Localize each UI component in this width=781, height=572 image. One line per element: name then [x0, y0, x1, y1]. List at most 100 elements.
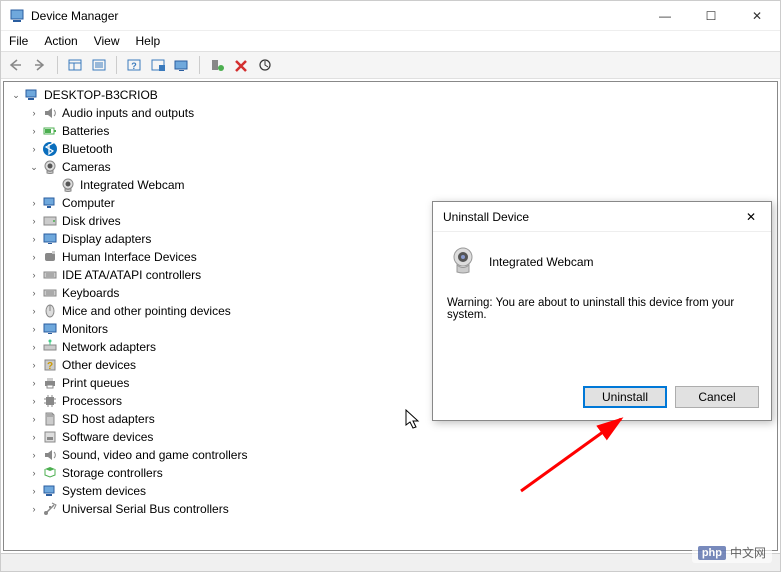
expand-icon[interactable]: › — [28, 107, 40, 119]
tree-label: Processors — [62, 394, 122, 408]
minimize-button[interactable]: — — [642, 1, 688, 31]
tree-label: Network adapters — [62, 340, 156, 354]
monitor-icon — [42, 321, 58, 337]
menu-file[interactable]: File — [9, 34, 28, 48]
back-button[interactable] — [5, 54, 27, 76]
usb-icon — [42, 501, 58, 517]
computer-icon — [42, 195, 58, 211]
forward-button[interactable] — [29, 54, 51, 76]
tree-label: DESKTOP-B3CRIOB — [44, 88, 158, 102]
statusbar — [1, 553, 780, 571]
battery-icon — [42, 123, 58, 139]
tree-label: Keyboards — [62, 286, 119, 300]
tree-label: Bluetooth — [62, 142, 113, 156]
expand-icon[interactable]: › — [28, 485, 40, 497]
tree-label: Sound, video and game controllers — [62, 448, 247, 462]
tree-root[interactable]: ⌄ DESKTOP-B3CRIOB — [4, 86, 777, 104]
tree-node-usb[interactable]: › Universal Serial Bus controllers — [4, 500, 777, 518]
expand-icon[interactable]: › — [28, 269, 40, 281]
expand-icon[interactable]: › — [28, 467, 40, 479]
expand-icon[interactable]: › — [28, 341, 40, 353]
menu-action[interactable]: Action — [44, 34, 77, 48]
app-icon — [9, 8, 25, 24]
bluetooth-icon — [42, 141, 58, 157]
maximize-button[interactable]: ☐ — [688, 1, 734, 31]
tree-label: Computer — [62, 196, 115, 210]
camera-icon — [60, 177, 76, 193]
enable-button[interactable] — [206, 54, 228, 76]
tree-node-bluetooth[interactable]: › Bluetooth — [4, 140, 777, 158]
action-button[interactable] — [147, 54, 169, 76]
tree-node-camera[interactable]: ⌄Cameras — [4, 158, 777, 176]
tree-node-sound[interactable]: › Sound, video and game controllers — [4, 446, 777, 464]
tree-leaf-camera[interactable]: Integrated Webcam — [4, 176, 777, 194]
dialog-cancel-button[interactable]: Cancel — [675, 386, 759, 408]
pc-icon — [24, 87, 40, 103]
tree-label: Universal Serial Bus controllers — [62, 502, 229, 516]
network-icon — [42, 339, 58, 355]
expand-icon[interactable]: › — [28, 233, 40, 245]
properties-button[interactable] — [88, 54, 110, 76]
uninstall-button[interactable] — [230, 54, 252, 76]
expand-icon[interactable]: › — [28, 359, 40, 371]
expand-icon[interactable]: › — [28, 503, 40, 515]
tree-label: Other devices — [62, 358, 136, 372]
system-icon — [42, 483, 58, 499]
close-button[interactable]: ✕ — [734, 1, 780, 31]
hid-icon — [42, 249, 58, 265]
keyboard-icon — [42, 285, 58, 301]
expand-icon[interactable]: › — [28, 143, 40, 155]
dialog-title: Uninstall Device — [443, 210, 731, 224]
dialog-warning-text: Warning: You are about to uninstall this… — [447, 297, 757, 321]
tree-node-software[interactable]: › Software devices — [4, 428, 777, 446]
svg-text:?: ? — [47, 361, 53, 372]
expand-icon[interactable]: › — [28, 413, 40, 425]
menu-view[interactable]: View — [94, 34, 120, 48]
expand-icon[interactable]: › — [28, 431, 40, 443]
dialog-titlebar: Uninstall Device ✕ — [433, 202, 771, 232]
show-hidden-button[interactable] — [64, 54, 86, 76]
scan-button[interactable] — [171, 54, 193, 76]
dialog-uninstall-button[interactable]: Uninstall — [583, 386, 667, 408]
tree-node-system[interactable]: › System devices — [4, 482, 777, 500]
expand-icon[interactable]: › — [28, 125, 40, 137]
tree-label: IDE ATA/ATAPI controllers — [62, 268, 201, 282]
titlebar: Device Manager — ☐ ✕ — [1, 1, 780, 31]
expand-icon[interactable]: › — [28, 197, 40, 209]
window-controls: — ☐ ✕ — [642, 1, 780, 31]
tree-label: Batteries — [62, 124, 109, 138]
expand-icon[interactable]: › — [28, 215, 40, 227]
expand-icon[interactable]: › — [28, 395, 40, 407]
watermark: php 中文网 — [692, 542, 772, 563]
expand-icon[interactable]: › — [28, 251, 40, 263]
cpu-icon — [42, 393, 58, 409]
webcam-icon — [447, 244, 479, 279]
tree-node-storage[interactable]: ›Storage controllers — [4, 464, 777, 482]
menu-help[interactable]: Help — [136, 34, 161, 48]
dialog-close-button[interactable]: ✕ — [731, 202, 771, 232]
dialog-device-name: Integrated Webcam — [489, 255, 594, 269]
update-driver-button[interactable] — [254, 54, 276, 76]
sd-icon — [42, 411, 58, 427]
expand-icon[interactable]: › — [28, 287, 40, 299]
expand-icon[interactable]: › — [28, 323, 40, 335]
dialog-device-row: Integrated Webcam — [447, 244, 757, 279]
tree-label: System devices — [62, 484, 146, 498]
tree-label: Software devices — [62, 430, 153, 444]
tree-node-battery[interactable]: › Batteries — [4, 122, 777, 140]
uninstall-dialog: Uninstall Device ✕ Integrated Webcam War… — [432, 201, 772, 421]
ide-icon — [42, 267, 58, 283]
menubar: File Action View Help — [1, 31, 780, 51]
help-button[interactable]: ? — [123, 54, 145, 76]
tree-label: Display adapters — [62, 232, 151, 246]
tree-node-audio[interactable]: ›Audio inputs and outputs — [4, 104, 777, 122]
dialog-buttons: Uninstall Cancel — [583, 386, 759, 408]
expand-icon[interactable]: › — [28, 305, 40, 317]
audio-icon — [42, 105, 58, 121]
expand-icon[interactable]: › — [28, 377, 40, 389]
collapse-icon[interactable]: ⌄ — [10, 89, 22, 101]
camera-icon — [42, 159, 58, 175]
storage-icon — [42, 465, 58, 481]
expand-icon[interactable]: › — [28, 449, 40, 461]
collapse-icon[interactable]: ⌄ — [28, 161, 40, 173]
